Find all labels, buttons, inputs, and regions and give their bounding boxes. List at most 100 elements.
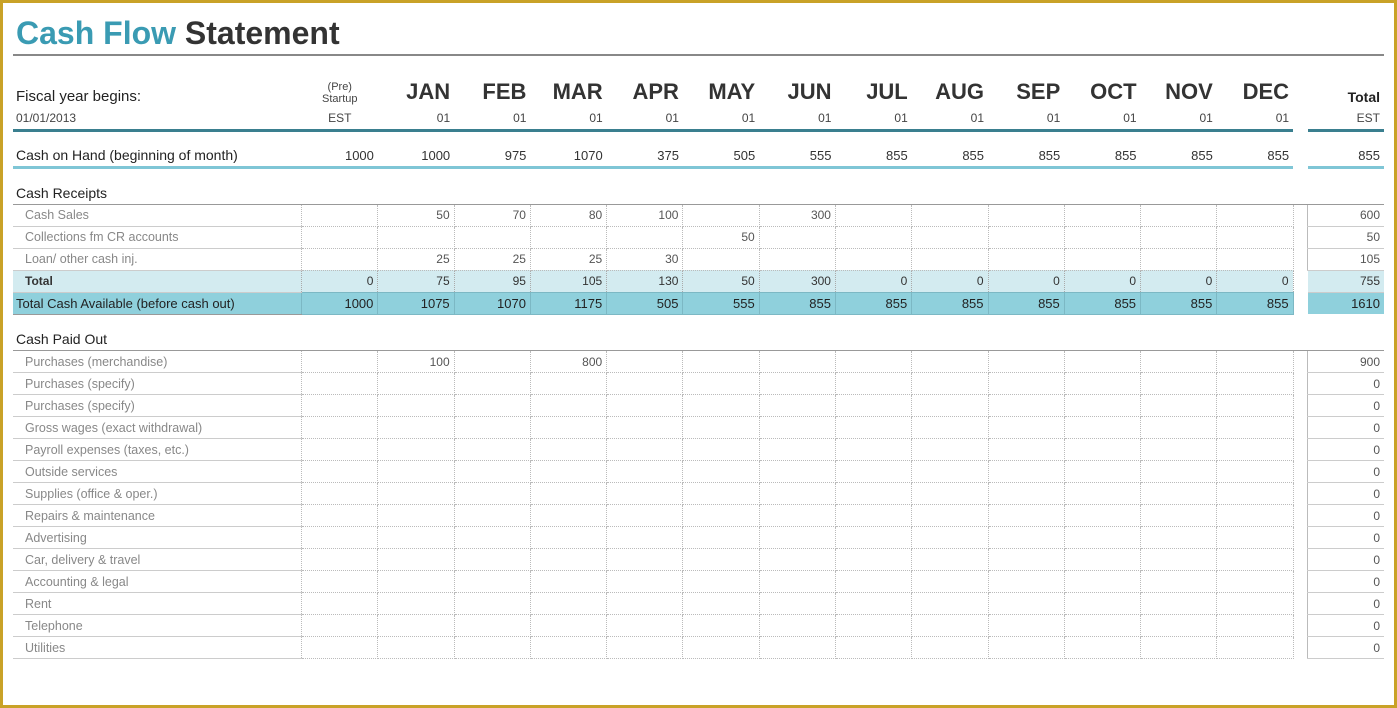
paidout-1-6 (835, 373, 911, 395)
paidout-2-4 (683, 395, 759, 417)
total-available-5: 855 (759, 292, 835, 314)
paidout-9-7 (912, 549, 988, 571)
paidout-13-11 (1217, 637, 1293, 659)
paidout-4-9 (1064, 439, 1140, 461)
paidout-3-2 (530, 417, 606, 439)
month-header-4: MAY (683, 76, 759, 108)
paidout-10-2 (530, 571, 606, 593)
paidout-12-label: Telephone (13, 615, 302, 637)
paidout-3-row: Gross wages (exact withdrawal)0 (13, 417, 1384, 439)
paidout-11-total: 0 (1308, 593, 1385, 615)
paidout-12-row: Telephone0 (13, 615, 1384, 637)
receipt-1-4: 50 (683, 226, 759, 248)
receipt-2-4 (683, 248, 759, 270)
paidout-4-8 (988, 439, 1064, 461)
paidout-8-4 (683, 527, 759, 549)
paidout-0-0: 100 (378, 351, 454, 373)
paidout-10-4 (683, 571, 759, 593)
paidout-6-8 (988, 483, 1064, 505)
paidout-1-10 (1141, 373, 1217, 395)
paidout-0-pre (302, 351, 378, 373)
paidout-5-pre (302, 461, 378, 483)
receipt-1-6 (835, 226, 911, 248)
paidout-13-3 (607, 637, 683, 659)
paidout-3-0 (378, 417, 454, 439)
paidout-1-4 (683, 373, 759, 395)
paidout-0-3 (607, 351, 683, 373)
paidout-4-7 (912, 439, 988, 461)
day-9: 01 (1064, 108, 1140, 130)
header-row-2: 01/01/2013EST010101010101010101010101EST (13, 108, 1384, 130)
total-available-6: 855 (835, 292, 911, 314)
paidout-4-1 (454, 439, 530, 461)
day-5: 01 (759, 108, 835, 130)
paidout-0-5 (759, 351, 835, 373)
paidout-9-total: 0 (1308, 549, 1385, 571)
paidout-8-5 (759, 527, 835, 549)
paidout-12-9 (1064, 615, 1140, 637)
receipts-total-5: 300 (759, 270, 835, 292)
paidout-8-pre (302, 527, 378, 549)
receipt-2-0: 25 (378, 248, 454, 270)
receipts-total-10: 0 (1141, 270, 1217, 292)
month-header-9: OCT (1064, 76, 1140, 108)
paidout-11-5 (759, 593, 835, 615)
paidout-9-0 (378, 549, 454, 571)
paidout-8-total: 0 (1308, 527, 1385, 549)
paidout-7-5 (759, 505, 835, 527)
paidout-8-label: Advertising (13, 527, 302, 549)
paidout-4-11 (1217, 439, 1293, 461)
paidout-0-6 (835, 351, 911, 373)
paidout-12-1 (454, 615, 530, 637)
paidout-1-1 (454, 373, 530, 395)
receipt-0-9 (1064, 204, 1140, 226)
receipt-0-6 (835, 204, 911, 226)
receipts-total-row: Total0759510513050300000000755 (13, 270, 1384, 292)
paidout-9-11 (1217, 549, 1293, 571)
paidout-4-5 (759, 439, 835, 461)
paidout-10-total: 0 (1308, 571, 1385, 593)
paidout-6-0 (378, 483, 454, 505)
paidout-6-11 (1217, 483, 1293, 505)
receipt-1-7 (912, 226, 988, 248)
paidout-5-7 (912, 461, 988, 483)
paidout-10-pre (302, 571, 378, 593)
paidout-5-9 (1064, 461, 1140, 483)
paidout-11-11 (1217, 593, 1293, 615)
paidout-4-3 (607, 439, 683, 461)
receipt-0-5: 300 (759, 204, 835, 226)
paidout-2-pre (302, 395, 378, 417)
receipt-1-2 (530, 226, 606, 248)
receipt-0-11 (1217, 204, 1293, 226)
paidout-0-2: 800 (530, 351, 606, 373)
paidout-6-label: Supplies (office & oper.) (13, 483, 302, 505)
cash-on-hand-total: 855 (1308, 144, 1385, 168)
paidout-13-9 (1064, 637, 1140, 659)
receipt-1-5 (759, 226, 835, 248)
paidout-4-4 (683, 439, 759, 461)
paidout-10-row: Accounting & legal0 (13, 571, 1384, 593)
cash-on-hand-0: 1000 (378, 144, 454, 168)
paidout-9-9 (1064, 549, 1140, 571)
paidout-11-pre (302, 593, 378, 615)
paidout-13-5 (759, 637, 835, 659)
paidout-2-9 (1064, 395, 1140, 417)
paidout-12-5 (759, 615, 835, 637)
paidout-7-7 (912, 505, 988, 527)
paidout-2-3 (607, 395, 683, 417)
receipts-header-row: Cash Receipts (13, 182, 1384, 205)
paidout-8-2 (530, 527, 606, 549)
paidout-12-7 (912, 615, 988, 637)
paidout-7-pre (302, 505, 378, 527)
paidout-9-6 (835, 549, 911, 571)
paidout-2-total: 0 (1308, 395, 1385, 417)
receipt-2-11 (1217, 248, 1293, 270)
paidout-8-3 (607, 527, 683, 549)
day-11: 01 (1217, 108, 1293, 130)
paidout-10-11 (1217, 571, 1293, 593)
paidout-3-9 (1064, 417, 1140, 439)
paidout-6-9 (1064, 483, 1140, 505)
paidout-11-label: Rent (13, 593, 302, 615)
receipts-total-11: 0 (1217, 270, 1293, 292)
paidout-4-label: Payroll expenses (taxes, etc.) (13, 439, 302, 461)
